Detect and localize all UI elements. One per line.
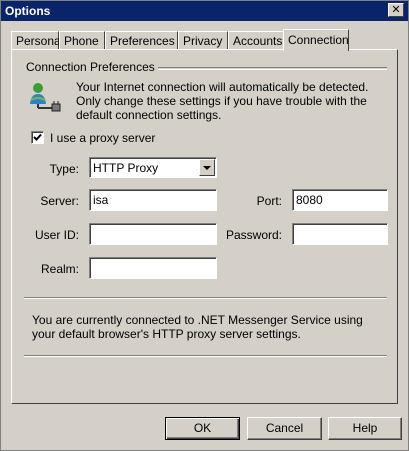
tab-phone[interactable]: Phone — [59, 31, 105, 50]
tab-connection[interactable]: Connection — [283, 29, 349, 51]
tab-label: Preferences — [110, 34, 175, 48]
tab-label: Personal — [16, 34, 64, 48]
help-button[interactable]: Help — [328, 417, 402, 440]
password-input[interactable] — [292, 223, 388, 245]
title-bar: Options ✕ — [1, 1, 408, 21]
server-label: Server: — [40, 194, 79, 208]
proxy-type-select[interactable]: HTTP Proxy — [89, 157, 217, 178]
port-label: Port: — [256, 194, 282, 208]
password-label: Password: — [225, 228, 282, 242]
tab-privacy[interactable]: Privacy — [178, 31, 228, 50]
user-id-label: User ID: — [34, 228, 79, 242]
divider — [24, 297, 387, 299]
tab-personal[interactable]: Personal — [11, 31, 63, 50]
tab-label: Phone — [64, 34, 99, 48]
options-dialog: Options ✕ Personal Phone Preferences Pri… — [0, 0, 409, 451]
server-input[interactable]: isa — [89, 189, 217, 211]
window-title: Options — [5, 4, 51, 18]
chevron-down-icon[interactable] — [199, 159, 215, 176]
use-proxy-checkbox[interactable] — [31, 131, 44, 144]
proxy-type-value: HTTP Proxy — [93, 161, 159, 175]
network-user-icon — [28, 82, 62, 112]
type-label: Type: — [49, 162, 79, 176]
port-input[interactable]: 8080 — [292, 189, 388, 211]
connection-status-text: You are currently connected to .NET Mess… — [32, 313, 363, 341]
user-id-input[interactable] — [89, 223, 217, 245]
tab-label: Privacy — [183, 34, 223, 48]
ok-button[interactable]: OK — [165, 417, 240, 440]
group-title: Connection Preferences — [24, 60, 158, 74]
close-icon: ✕ — [391, 4, 401, 16]
cancel-button[interactable]: Cancel — [247, 417, 322, 440]
checkmark-icon — [33, 133, 42, 141]
realm-label: Realm: — [40, 262, 79, 276]
realm-input[interactable] — [89, 257, 217, 279]
tab-label: Accounts — [233, 34, 283, 48]
use-proxy-label[interactable]: I use a proxy server — [50, 131, 155, 145]
tab-accounts[interactable]: Accounts — [228, 31, 284, 50]
tab-label: Connection — [288, 33, 349, 47]
connection-panel: Connection Preferences Your Internet con… — [11, 49, 398, 404]
divider — [24, 355, 387, 357]
close-button[interactable]: ✕ — [388, 3, 404, 17]
connection-description: Your Internet connection will automatica… — [76, 80, 369, 122]
tab-preferences[interactable]: Preferences — [105, 31, 178, 50]
